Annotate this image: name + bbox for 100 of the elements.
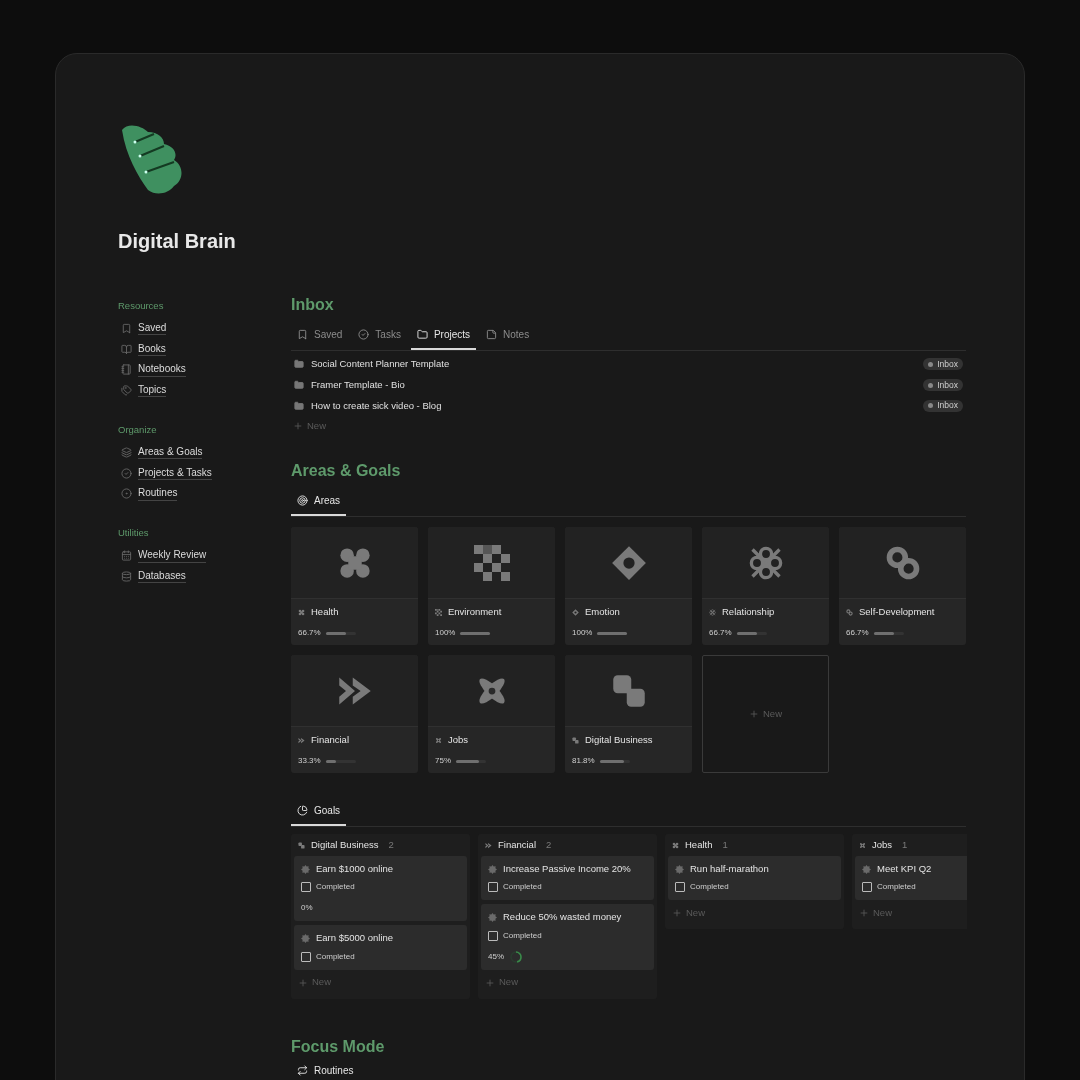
plus-icon [672, 908, 682, 919]
checkbox[interactable] [488, 930, 498, 941]
area-card[interactable]: Jobs 75% [428, 655, 555, 774]
goal-card[interactable]: Run half-marathon Completed [668, 856, 841, 901]
area-card[interactable]: Environment 100% [428, 527, 555, 646]
squares-icon [298, 841, 305, 849]
checkbox[interactable] [301, 882, 311, 893]
pie-icon [297, 805, 308, 817]
sidebar-link[interactable]: Areas & Goals [118, 442, 291, 463]
check-circle-icon [121, 467, 132, 479]
tab[interactable]: Projects [410, 325, 477, 350]
plus-icon [859, 908, 869, 919]
tab[interactable]: Routines [291, 1060, 360, 1080]
checkbox[interactable] [488, 882, 498, 893]
goal-card[interactable]: Earn $5000 online Completed [294, 925, 467, 970]
tab[interactable]: Notes [480, 325, 536, 350]
plus-icon [293, 421, 303, 432]
tag: Inbox [923, 379, 963, 392]
seal-icon [301, 933, 310, 943]
progress-text: 75% [435, 755, 451, 768]
project-row[interactable]: How to create sick video - Blog Inbox [291, 395, 966, 417]
checkbox[interactable] [862, 882, 872, 893]
target-icon [121, 488, 132, 500]
tag: Inbox [923, 399, 963, 412]
progress-text: 0% [301, 902, 313, 915]
calendar-icon [121, 550, 132, 562]
status-label: Completed [503, 881, 542, 894]
bookmark-icon [121, 323, 132, 335]
sidebar-link[interactable]: Databases [118, 566, 291, 587]
folder-icon [294, 359, 304, 370]
sidebar-link[interactable]: Saved [118, 318, 291, 339]
area-card[interactable]: Financial 33.3% [291, 655, 418, 774]
goal-card[interactable]: Earn $1000 online Completed 0% [294, 856, 467, 922]
tab[interactable]: Goals [291, 801, 347, 827]
sidebar-link[interactable]: Projects & Tasks [118, 462, 291, 484]
plus-icon [485, 977, 495, 988]
clover-icon [672, 841, 679, 849]
progress-text: 100% [572, 627, 593, 640]
goal-title: Meet KPI Q2 [877, 862, 932, 877]
tab[interactable]: Saved [291, 325, 349, 350]
tab[interactable]: Areas [291, 491, 347, 517]
squares-icon [572, 736, 579, 744]
diamond-icon [610, 544, 647, 581]
chevrons-icon [485, 841, 492, 849]
progress-text: 66.7% [709, 627, 732, 640]
sidebar-link[interactable]: Weekly Review [118, 545, 291, 567]
goal-title: Earn $5000 online [316, 931, 394, 946]
area-name: Health [311, 605, 339, 620]
status-label: Completed [503, 929, 542, 942]
column-count: 2 [388, 837, 394, 852]
progress-text: 45% [488, 950, 504, 963]
folder-icon [294, 380, 304, 391]
area-card[interactable]: Emotion 100% [565, 527, 692, 646]
area-name: Environment [448, 605, 502, 620]
progress-text: 66.7% [846, 627, 869, 640]
section-heading: Utilities [118, 526, 150, 541]
column-count: 1 [902, 837, 908, 852]
diamond-icon [572, 608, 579, 616]
bookmark-icon [297, 329, 308, 340]
sidebar-link[interactable]: Books [118, 338, 291, 360]
project-row[interactable]: Framer Template - Bio Inbox [291, 374, 966, 396]
goal-title: Increase Passive Income 20% [503, 862, 631, 877]
progress-text: 100% [435, 627, 456, 640]
page-title: Digital Brain [118, 231, 237, 251]
checkbox[interactable] [301, 951, 311, 962]
goal-card[interactable]: Reduce 50% wasted money Completed 45% [481, 904, 654, 970]
status-label: Completed [877, 881, 916, 894]
area-card[interactable]: Digital Business 81.8% [565, 655, 692, 774]
tab[interactable]: Tasks [352, 325, 407, 350]
section-title: Focus Mode [291, 1038, 386, 1055]
area-card[interactable]: Self-Development 66.7% [839, 527, 966, 646]
knot-icon [846, 608, 853, 616]
sidebar-link[interactable]: Topics [118, 380, 291, 401]
column-title: Jobs [872, 837, 893, 852]
seal-icon [862, 864, 871, 874]
goal-card[interactable]: Meet KPI Q2 Completed [855, 856, 967, 901]
section-title: Inbox [291, 297, 335, 313]
checkbox[interactable] [675, 882, 685, 893]
status-label: Completed [690, 881, 729, 894]
area-card[interactable]: Health 66.7% [291, 527, 418, 646]
tags-icon [121, 385, 132, 397]
progress-ring [510, 950, 522, 963]
squares-icon [610, 672, 647, 709]
column-count: 2 [546, 837, 552, 852]
area-card[interactable]: Relationship 66.7% [702, 527, 829, 646]
status-label: Completed [316, 950, 355, 963]
lattice-icon [709, 608, 716, 616]
project-row[interactable]: Social Content Planner Template Inbox [291, 354, 966, 375]
status-label: Completed [316, 881, 355, 894]
plus-icon [749, 709, 759, 720]
sidebar-link[interactable]: Routines [118, 483, 291, 505]
goal-card[interactable]: Increase Passive Income 20% Completed [481, 856, 654, 901]
goal-title: Reduce 50% wasted money [503, 910, 622, 925]
notebook-icon [121, 364, 132, 376]
clover-icon [298, 608, 305, 616]
database-icon [121, 571, 132, 583]
progress-text: 33.3% [298, 755, 321, 768]
sidebar-link[interactable]: Notebooks [118, 359, 291, 381]
book-icon [121, 343, 132, 355]
goal-title: Run half-marathon [690, 862, 769, 877]
